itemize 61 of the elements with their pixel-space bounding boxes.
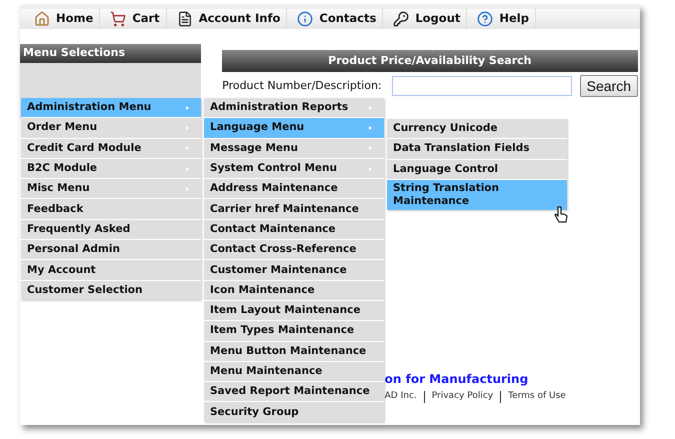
menu-item[interactable]: Administration Reports — [204, 98, 384, 118]
arrow-icon — [369, 146, 372, 150]
menu-item[interactable]: Message Menu — [204, 138, 384, 158]
menu-item[interactable]: Item Layout Maintenance — [204, 300, 384, 320]
nav-tab[interactable]: Account Info — [170, 9, 288, 29]
menu-item[interactable]: My Account — [21, 260, 201, 280]
nav-tab[interactable]: Home — [28, 9, 100, 29]
arrow-icon — [369, 126, 372, 130]
nav-tab[interactable]: Cart — [104, 9, 167, 29]
menu-item[interactable]: Item Types Maintenance — [204, 321, 384, 341]
menu-item[interactable]: Contact Maintenance — [204, 220, 384, 240]
search-title-bar: Product Price/Availability Search — [222, 50, 638, 72]
footer-link[interactable]: Privacy Policy — [432, 390, 494, 404]
menu-item[interactable]: Menu Maintenance — [204, 362, 384, 382]
menu-item[interactable]: System Control Menu — [204, 158, 384, 178]
sidebar-title: Menu Selections — [20, 44, 201, 63]
menu-item[interactable]: Data Translation Fields — [387, 139, 567, 159]
menu-item[interactable]: Contact Cross-Reference — [204, 240, 384, 260]
nav-tab[interactable]: Help — [471, 9, 536, 29]
search-button[interactable]: Search — [580, 75, 638, 97]
menu-item[interactable]: Frequently Asked — [21, 220, 201, 240]
arrow-icon — [186, 106, 189, 110]
menu-item[interactable]: B2C Module — [21, 158, 201, 178]
nav-tab[interactable]: Contacts — [291, 9, 384, 29]
menu-item[interactable]: Carrier href Maintenance — [204, 199, 384, 219]
menu-item[interactable]: Customer Selection — [21, 280, 201, 300]
arrow-icon — [186, 126, 189, 130]
menu-item[interactable]: Currency Unicode — [387, 119, 567, 138]
footer-title: on for Manufacturing — [384, 371, 530, 388]
footer-link[interactable]: Terms of Use — [508, 390, 566, 404]
arrow-icon — [369, 166, 372, 171]
menu-item[interactable]: Menu Button Maintenance — [204, 342, 384, 361]
info-icon — [297, 11, 314, 27]
menu-item[interactable]: Personal Admin — [21, 240, 201, 260]
menu-item[interactable]: Administration Menu — [21, 98, 201, 118]
key-icon — [393, 11, 410, 27]
house-icon — [34, 11, 50, 27]
menu-item[interactable]: Language Menu — [204, 118, 384, 138]
pointer-cursor-icon — [554, 206, 568, 224]
arrow-icon — [186, 146, 189, 150]
footer-link[interactable]: AD Inc. — [384, 390, 417, 404]
search-field[interactable] — [392, 76, 572, 96]
menu-item[interactable]: Saved Report Maintenance — [204, 382, 384, 402]
document-icon — [176, 11, 193, 27]
cart-icon — [110, 11, 126, 27]
menu-item[interactable]: Customer Maintenance — [204, 260, 384, 280]
menu-item[interactable]: Order Menu — [21, 118, 201, 138]
help-icon — [477, 11, 494, 27]
arrow-icon — [369, 106, 372, 110]
nav-tab[interactable]: Logout — [387, 9, 468, 29]
menu-item[interactable]: Feedback — [21, 199, 201, 219]
search-label: Product Number/Description: — [222, 78, 383, 94]
menu-item[interactable]: Language Control — [387, 160, 567, 179]
arrow-icon — [186, 166, 189, 171]
arrow-icon — [186, 186, 189, 191]
menu-item[interactable]: Misc Menu — [21, 179, 201, 198]
menu-item[interactable]: Address Maintenance — [204, 179, 384, 198]
menu-item[interactable]: Icon Maintenance — [204, 280, 384, 300]
menu-item[interactable]: Security Group — [204, 402, 384, 422]
menu-item[interactable]: String Translation Maintenance — [387, 180, 567, 210]
menu-item[interactable]: Credit Card Module — [21, 138, 201, 158]
